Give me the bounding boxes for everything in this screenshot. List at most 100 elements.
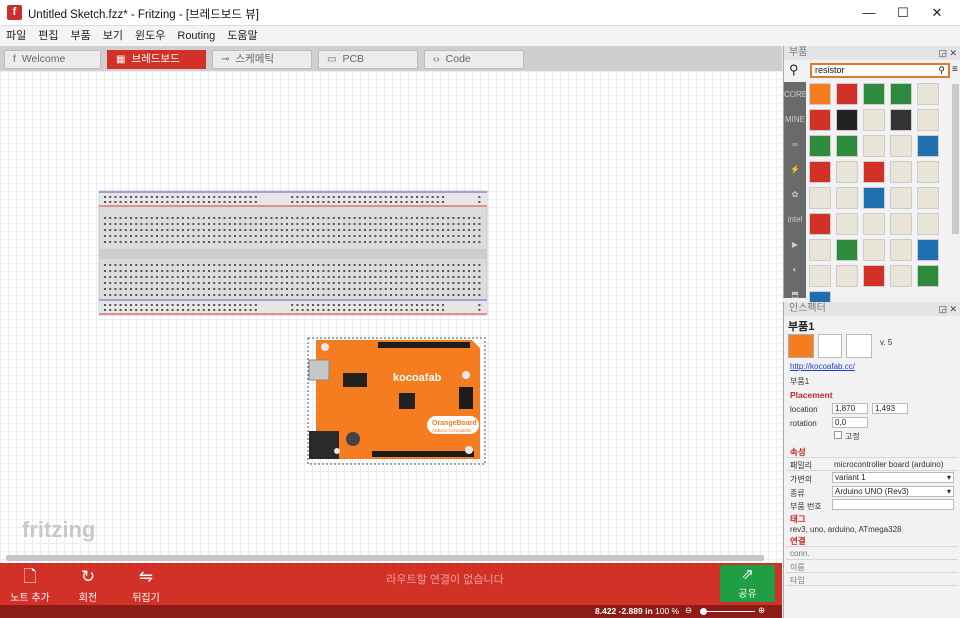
part-thumbnail[interactable] [863, 187, 885, 209]
parts-menu-icon[interactable]: ≡ [952, 64, 958, 75]
breadboard[interactable] [98, 190, 488, 316]
inspector-panel: 인스펙터 ◲ ✕ 부품1 v. 5 http://kocoafab.cc/ 부품1… [783, 302, 960, 618]
part-thumbnail[interactable] [836, 135, 858, 157]
part-thumbnail[interactable] [917, 83, 939, 105]
arduino-board[interactable]: kocoafab OrangeBoard Arduino Compatible [307, 337, 486, 465]
bin-arrow-icon[interactable]: ▶ [784, 232, 806, 257]
part-thumbnail[interactable] [809, 135, 831, 157]
panel-close-icon[interactable]: ◲ ✕ [938, 46, 957, 60]
tab-breadboard[interactable]: ▦ 브레드보드 [107, 50, 206, 69]
part-thumbnail[interactable] [863, 213, 885, 235]
parts-scrollbar[interactable] [952, 84, 959, 234]
minimize-button[interactable]: — [852, 0, 886, 26]
bin-core[interactable]: CORE [784, 82, 807, 107]
board-subtitle-text: Arduino Compatible [432, 428, 472, 433]
zoom-slider-handle[interactable] [700, 608, 707, 615]
part-thumbnail[interactable] [809, 83, 831, 105]
search-go-icon[interactable]: ⚲ [938, 65, 945, 76]
part-thumbnail[interactable] [917, 213, 939, 235]
part-thumbnail[interactable] [836, 239, 858, 261]
part-number-input[interactable] [832, 499, 954, 510]
part-thumbnail[interactable] [863, 135, 885, 157]
part-thumbnail[interactable] [863, 239, 885, 261]
panel-close-icon[interactable]: ◲ ✕ [938, 302, 957, 316]
bin-arduino-icon[interactable]: ∞ [784, 132, 806, 157]
tab-schematic[interactable]: ⊸ 스케메틱 [212, 50, 312, 69]
menu-view[interactable]: 보기 [103, 26, 123, 46]
part-thumbnail[interactable] [890, 213, 912, 235]
bin-snootlab-icon[interactable]: ◐ [784, 257, 806, 282]
menu-part[interactable]: 부품 [71, 26, 91, 46]
part-thumbnail[interactable] [863, 83, 885, 105]
part-thumbnail[interactable] [836, 187, 858, 209]
maximize-button[interactable]: ☐ [886, 0, 920, 26]
lock-checkbox[interactable] [834, 431, 842, 439]
part-thumbnail[interactable] [890, 83, 912, 105]
chevron-down-icon: ▾ [946, 487, 951, 496]
part-thumbnail[interactable] [917, 239, 939, 261]
part-thumbnail[interactable] [890, 187, 912, 209]
rotate-button[interactable]: ↻ 회전 [60, 567, 116, 604]
breadboard-canvas[interactable]: kocoafab OrangeBoard Arduino Compatible … [0, 71, 782, 563]
bin-mine[interactable]: MINE [784, 107, 806, 132]
bin-sparkfun-icon[interactable]: ⚡ [784, 157, 806, 182]
menu-edit[interactable]: 편집 [38, 26, 58, 46]
part-thumbnail[interactable] [836, 265, 858, 287]
flip-button[interactable]: ⇋ 뒤집기 [118, 567, 174, 604]
tab-welcome[interactable]: f Welcome [4, 50, 101, 69]
add-note-button[interactable]: 🗋 노트 추가 [2, 567, 58, 604]
location-label: location [790, 405, 818, 414]
close-button[interactable]: ✕ [920, 0, 954, 26]
bin-seeed-icon[interactable]: ✿ [784, 182, 806, 207]
status-bar: 8.422 -2.889 in 100 % ⊖ ⊕ [0, 605, 782, 618]
part-thumbnail[interactable] [809, 161, 831, 183]
share-icon: ⇗ [741, 566, 754, 583]
menu-window[interactable]: 윈도우 [135, 26, 165, 46]
part-thumbnail[interactable] [890, 239, 912, 261]
part-thumbnail[interactable] [809, 109, 831, 131]
location-y-input[interactable]: 1,493 [872, 403, 908, 414]
part-thumbnail[interactable] [809, 239, 831, 261]
part-thumbnail[interactable] [890, 135, 912, 157]
tab-code[interactable]: ‹› Code [424, 50, 524, 69]
variant-select[interactable]: variant 1 ▾ [832, 472, 954, 483]
part-thumbnail[interactable] [863, 265, 885, 287]
zoom-out-icon[interactable]: ⊖ [685, 605, 692, 616]
horizontal-scrollbar[interactable] [6, 555, 764, 561]
part-thumbnail[interactable] [917, 265, 939, 287]
part-thumbnail[interactable] [917, 135, 939, 157]
share-button[interactable]: ⇗ 공유 [720, 565, 775, 602]
zoom-in-icon[interactable]: ⊕ [758, 605, 765, 616]
type-select[interactable]: Arduino UNO (Rev3) ▾ [832, 486, 954, 497]
menu-file[interactable]: 파일 [6, 26, 26, 46]
part-thumbnail[interactable] [890, 109, 912, 131]
tab-pcb[interactable]: ▭ PCB [318, 50, 418, 69]
part-thumbnail[interactable] [863, 109, 885, 131]
fritzing-app-icon: f [7, 5, 22, 20]
part-thumbnail[interactable] [917, 161, 939, 183]
menu-routing[interactable]: Routing [177, 26, 215, 46]
bottom-toolbar: 🗋 노트 추가 ↻ 회전 ⇋ 뒤집기 라우트할 연결이 없습니다 ⇗ 공유 [0, 563, 782, 605]
parts-search-input[interactable]: resistor ⚲ [810, 63, 950, 78]
part-thumbnail[interactable] [836, 213, 858, 235]
part-thumbnail[interactable] [836, 109, 858, 131]
zoom-slider[interactable] [700, 611, 755, 612]
bin-intel-icon[interactable]: intel [784, 207, 806, 232]
type-value: Arduino UNO (Rev3) [835, 487, 909, 496]
canvas-drawing: kocoafab OrangeBoard Arduino Compatible … [22, 190, 488, 542]
part-thumbnail[interactable] [809, 213, 831, 235]
part-thumbnail[interactable] [890, 161, 912, 183]
part-url-link[interactable]: http://kocoafab.cc/ [790, 362, 855, 371]
part-thumbnail[interactable] [836, 161, 858, 183]
part-thumbnail[interactable] [917, 187, 939, 209]
part-thumbnail[interactable] [863, 161, 885, 183]
part-thumbnail[interactable] [917, 109, 939, 131]
part-thumbnail[interactable] [809, 265, 831, 287]
menu-help[interactable]: 도움말 [227, 26, 257, 46]
part-thumbnail[interactable] [836, 83, 858, 105]
part-thumbnail[interactable] [809, 187, 831, 209]
rotation-input[interactable]: 0,0 [832, 417, 868, 428]
part-thumbnail[interactable] [890, 265, 912, 287]
location-x-input[interactable]: 1,870 [832, 403, 868, 414]
share-label: 공유 [738, 589, 757, 600]
